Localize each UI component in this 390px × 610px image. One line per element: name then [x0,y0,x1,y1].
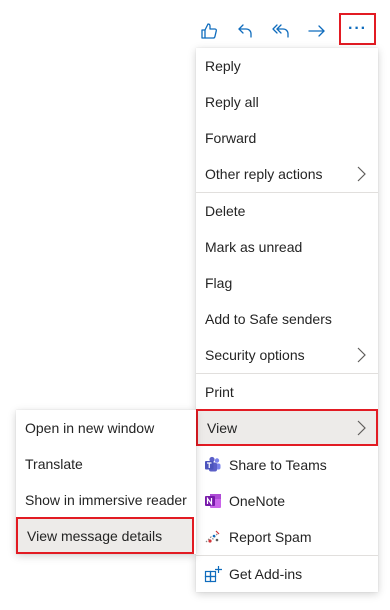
menu-item-mark-unread[interactable]: Mark as unread [196,229,378,265]
menu-item-reply-all[interactable]: Reply all [196,84,378,120]
reply-all-icon [271,22,291,40]
menu-item-security-options[interactable]: Security options [196,337,378,373]
more-options-button[interactable]: ··· [339,13,376,45]
menu-item-label: Open in new window [25,420,155,436]
menu-item-delete[interactable]: Delete [196,193,378,229]
menu-item-reply[interactable]: Reply [196,48,378,84]
chevron-right-icon [356,347,366,366]
view-submenu: Open in new window Translate Show in imm… [16,410,196,554]
onenote-icon [204,492,222,510]
menu-item-label: Delete [205,203,246,219]
menu-item-label: Mark as unread [205,239,303,255]
menu-item-share-teams[interactable]: Share to Teams [196,447,378,483]
menu-item-label: OneNote [229,493,286,509]
chevron-right-icon [356,420,366,439]
menu-item-print[interactable]: Print [196,374,378,410]
menu-item-label: Show in immersive reader [25,492,187,508]
teams-icon [204,456,222,474]
menu-item-label: View message details [27,527,163,544]
reply-icon [236,22,254,40]
menu-item-label: Forward [205,130,257,146]
reply-all-button[interactable] [264,14,298,48]
submenu-item-immersive-reader[interactable]: Show in immersive reader [16,482,196,518]
menu-item-label: Flag [205,275,233,291]
submenu-item-view-message-details[interactable]: View message details [16,517,194,554]
menu-item-report-spam[interactable]: Report Spam [196,519,378,555]
more-options-icon: ··· [348,20,367,37]
menu-item-get-addins[interactable]: Get Add-ins [196,556,378,592]
menu-item-label: View [207,419,238,436]
menu-item-view[interactable]: View [196,409,378,446]
like-button[interactable] [192,14,226,48]
menu-item-label: Share to Teams [229,457,327,473]
report-spam-icon [204,528,222,546]
menu-item-label: Add to Safe senders [205,311,332,327]
menu-item-label: Translate [25,456,83,472]
menu-item-other-reply-actions[interactable]: Other reply actions [196,156,378,192]
submenu-item-translate[interactable]: Translate [16,446,196,482]
menu-item-label: Security options [205,347,305,363]
submenu-item-open-new-window[interactable]: Open in new window [16,410,196,446]
menu-item-onenote[interactable]: OneNote [196,483,378,519]
forward-icon [307,22,327,40]
menu-item-forward[interactable]: Forward [196,120,378,156]
message-toolbar: ··· [0,0,390,50]
menu-item-label: Report Spam [229,529,312,545]
menu-item-label: Reply all [205,94,259,110]
reply-button[interactable] [228,14,262,48]
menu-item-label: Get Add-ins [229,566,303,582]
add-ins-icon [204,565,222,583]
chevron-right-icon [356,166,366,185]
menu-item-label: Print [205,384,234,400]
menu-item-add-safe-senders[interactable]: Add to Safe senders [196,301,378,337]
menu-item-flag[interactable]: Flag [196,265,378,301]
more-actions-menu: Reply Reply all Forward Other reply acti… [196,48,378,592]
menu-item-label: Other reply actions [205,166,323,182]
menu-item-label: Reply [205,58,241,74]
like-icon [199,21,219,41]
forward-button[interactable] [300,14,334,48]
